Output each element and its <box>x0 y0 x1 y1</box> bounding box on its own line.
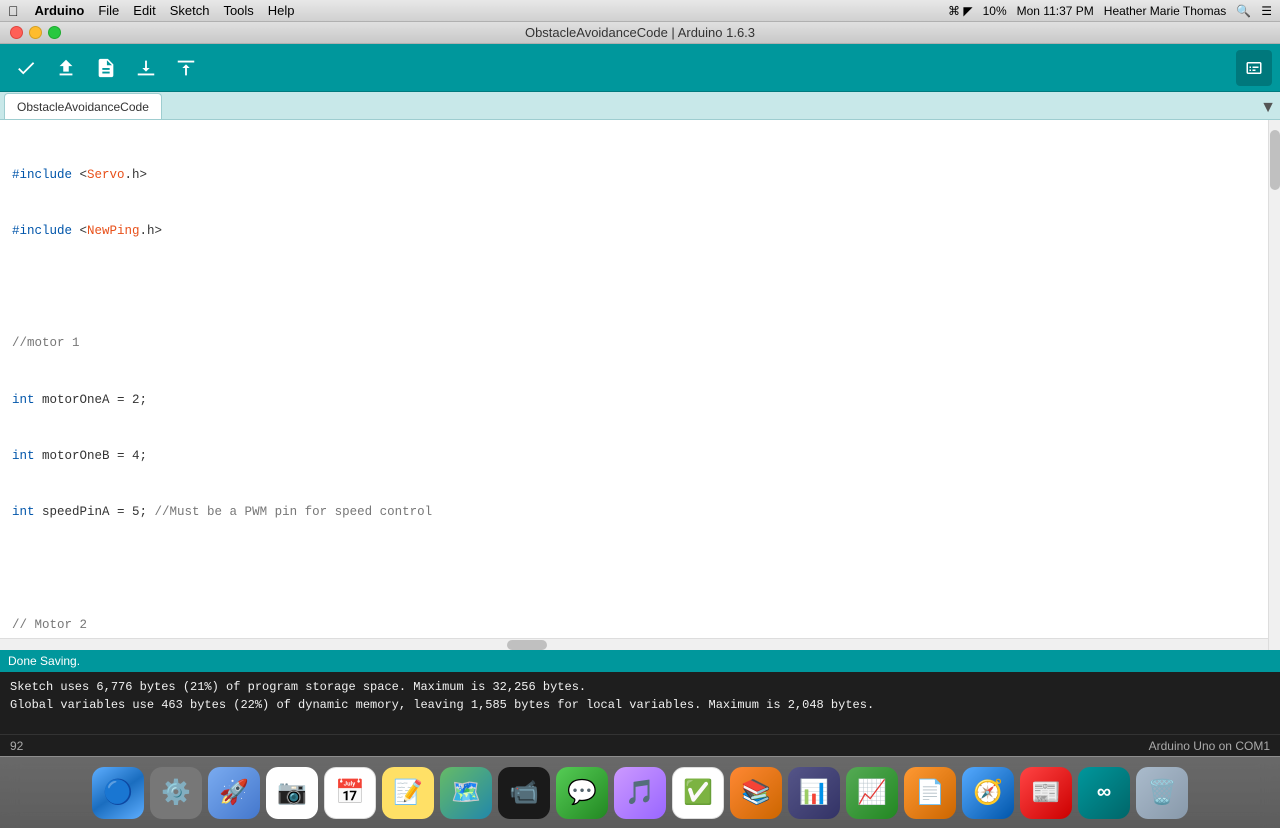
dock-numbers[interactable]: 📈 <box>846 767 898 819</box>
dock-trash[interactable]: 🗑️ <box>1136 767 1188 819</box>
minimize-button[interactable] <box>29 26 42 39</box>
save-button[interactable] <box>168 50 204 86</box>
window-title: ObstacleAvoidanceCode | Arduino 1.6.3 <box>525 25 755 40</box>
new-button[interactable] <box>88 50 124 86</box>
menu-bar:  Arduino File Edit Sketch Tools Help ⌘ … <box>0 0 1280 22</box>
menu-tools[interactable]: Tools <box>223 3 253 18</box>
dock-messages[interactable]: 💬 <box>556 767 608 819</box>
console-line-1: Sketch uses 6,776 bytes (21%) of program… <box>10 678 1270 696</box>
dock-finder[interactable]: 🔵 <box>92 767 144 819</box>
horizontal-scrollbar[interactable] <box>0 638 1268 650</box>
wifi-icon: ⌘ ◤ <box>948 4 973 18</box>
serial-monitor-button[interactable] <box>1236 50 1272 86</box>
dock-calendar[interactable]: 📅 <box>324 767 376 819</box>
fullscreen-button[interactable] <box>48 26 61 39</box>
menu-arduino[interactable]: Arduino <box>35 3 85 18</box>
upload-button[interactable] <box>48 50 84 86</box>
dock-maps[interactable]: 🗺️ <box>440 767 492 819</box>
vertical-scrollbar[interactable] <box>1268 120 1280 650</box>
dock-photos[interactable]: 📷 <box>266 767 318 819</box>
verify-button[interactable] <box>8 50 44 86</box>
code-editor[interactable]: #include <Servo.h> #include <NewPing.h> … <box>0 120 1280 650</box>
dock: 🔵 ⚙️ 🚀 📷 📅 📝 🗺️ 📹 💬 🎵 ✅ 📚 📊 <box>0 756 1280 828</box>
dock-ibooks[interactable]: 📚 <box>730 767 782 819</box>
tab-dropdown[interactable]: ▼ <box>1260 99 1276 117</box>
datetime: Mon 11:37 PM <box>1017 4 1094 18</box>
menu-edit[interactable]: Edit <box>133 3 155 18</box>
title-bar: ObstacleAvoidanceCode | Arduino 1.6.3 <box>0 22 1280 44</box>
dock-arduino[interactable]: ∞ <box>1078 767 1130 819</box>
status-bar: Done Saving. <box>0 650 1280 672</box>
console-output: Sketch uses 6,776 bytes (21%) of program… <box>0 672 1280 734</box>
dock-itunes[interactable]: 🎵 <box>614 767 666 819</box>
menu-sketch[interactable]: Sketch <box>170 3 210 18</box>
dock-launchpad[interactable]: 🚀 <box>208 767 260 819</box>
status-message: Done Saving. <box>8 654 80 668</box>
line-number: 92 <box>10 739 23 753</box>
close-button[interactable] <box>10 26 23 39</box>
tab-bar: ObstacleAvoidanceCode ▼ <box>0 92 1280 120</box>
open-button[interactable] <box>128 50 164 86</box>
dock-safari[interactable]: 🧭 <box>962 767 1014 819</box>
dock-system-preferences[interactable]: ⚙️ <box>150 767 202 819</box>
toolbar-right <box>1236 50 1272 86</box>
menu-file[interactable]: File <box>98 3 119 18</box>
tab-obstacle-code[interactable]: ObstacleAvoidanceCode <box>4 93 162 119</box>
code-content: #include <Servo.h> #include <NewPing.h> … <box>0 120 1280 650</box>
board-info: Arduino Uno on COM1 <box>1149 739 1270 753</box>
dock-reminders[interactable]: ✅ <box>672 767 724 819</box>
console-line-2: Global variables use 463 bytes (22%) of … <box>10 696 1270 714</box>
search-icon[interactable]: 🔍 <box>1236 4 1251 18</box>
dock-keynote[interactable]: 📊 <box>788 767 840 819</box>
toolbar <box>0 44 1280 92</box>
dock-pages[interactable]: 📄 <box>904 767 956 819</box>
bottom-status-bar: 92 Arduino Uno on COM1 <box>0 734 1280 756</box>
apple-menu[interactable]:  <box>8 3 19 19</box>
notifications-icon[interactable]: ☰ <box>1261 4 1272 18</box>
battery-level: 10% <box>983 4 1007 18</box>
dock-facetime[interactable]: 📹 <box>498 767 550 819</box>
username: Heather Marie Thomas <box>1104 4 1227 18</box>
dock-reeder[interactable]: 📰 <box>1020 767 1072 819</box>
dock-notes[interactable]: 📝 <box>382 767 434 819</box>
menu-help[interactable]: Help <box>268 3 295 18</box>
